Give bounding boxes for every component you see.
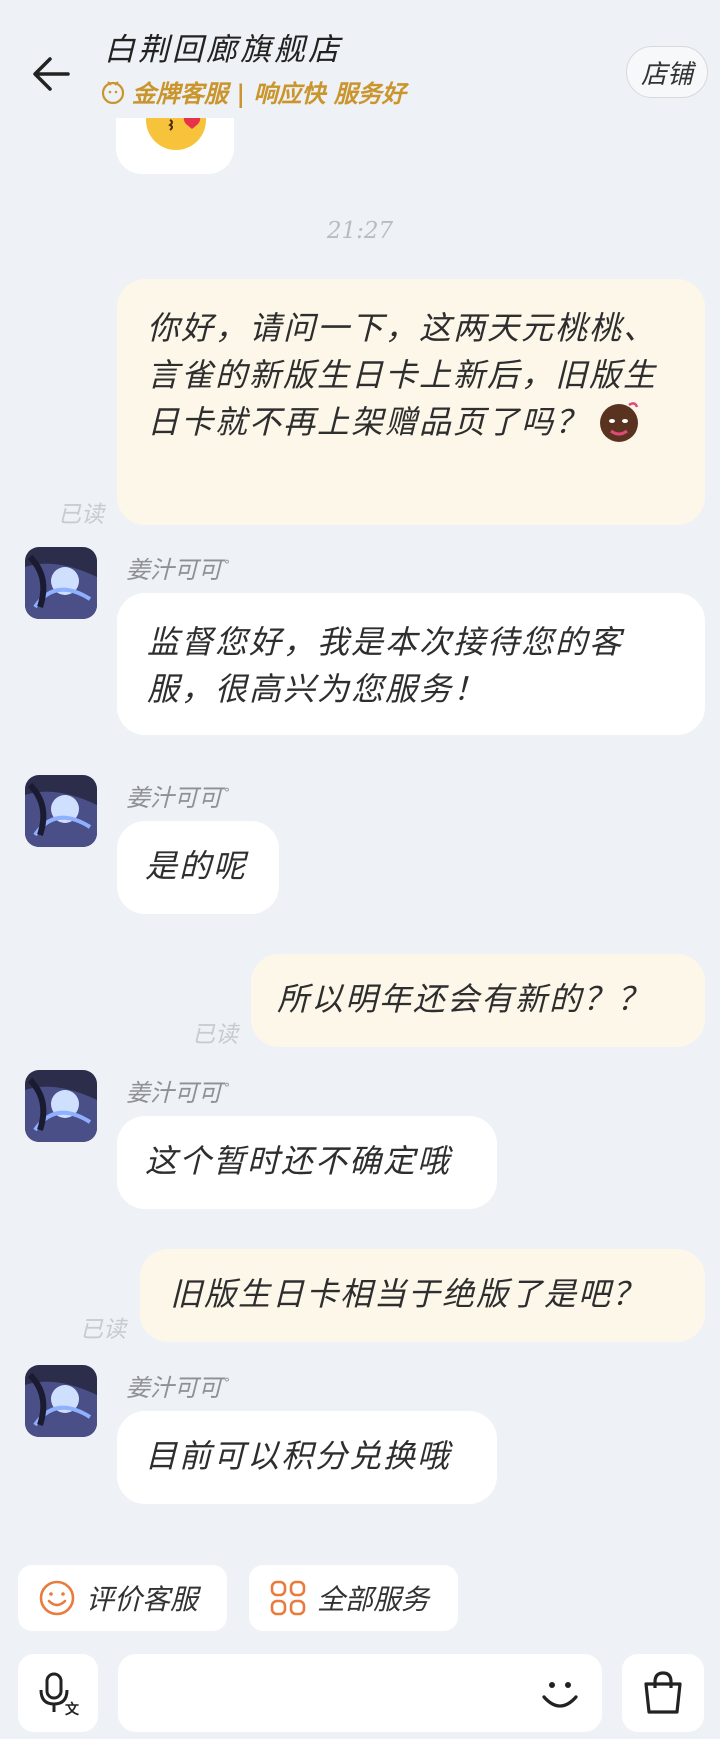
- agent-avatar[interactable]: [25, 1365, 97, 1437]
- message-input[interactable]: [118, 1654, 602, 1732]
- agent-name: 姜汁可可 °: [126, 784, 230, 812]
- message-text: 你好，请问一下，这两天元桃桃、言雀的新版生日卡上新后，旧版生日卡就不再上架赠品页…: [147, 309, 658, 441]
- all-services-button[interactable]: 全部服务: [249, 1565, 458, 1631]
- store-button[interactable]: 店铺: [626, 46, 708, 98]
- outgoing-message[interactable]: 旧版生日卡相当于绝版了是吧？: [140, 1249, 705, 1342]
- microphone-icon: 文: [39, 1672, 80, 1716]
- agent-name: 姜汁可可 °: [126, 556, 230, 584]
- message-text: 这个暂时还不确定哦: [145, 1142, 452, 1180]
- agent-name: 姜汁可可 °: [126, 1374, 230, 1402]
- outgoing-message[interactable]: 所以明年还会有新的？？: [251, 954, 705, 1047]
- timestamp: 21:27: [326, 218, 394, 244]
- back-arrow-icon[interactable]: [28, 50, 76, 98]
- chat-header: 白荆回廊旗舰店 金牌客服 | 响应快 服务好 店铺: [0, 0, 720, 118]
- agent-avatar[interactable]: [25, 1070, 97, 1142]
- rate-service-label: 评价客服: [86, 1583, 199, 1616]
- shop-name[interactable]: 白荆回廊旗舰店: [104, 24, 342, 69]
- medal-icon: [101, 80, 125, 104]
- incoming-message[interactable]: 目前可以积分兑换哦: [117, 1411, 497, 1504]
- rate-service-button[interactable]: 评价客服: [18, 1565, 227, 1631]
- service-badge-text: 金牌客服 | 响应快 服务好: [132, 79, 406, 108]
- incoming-message[interactable]: 监督您好，我是本次接待您的客服，很高兴为您服务！: [117, 593, 705, 735]
- smile-icon: [39, 1580, 75, 1616]
- agent-avatar[interactable]: [25, 547, 97, 619]
- shop-bag-button[interactable]: [622, 1654, 704, 1732]
- message-text: 旧版生日卡相当于绝版了是吧？: [170, 1275, 647, 1313]
- message-text: 所以明年还会有新的？？: [277, 980, 652, 1018]
- service-badge: 金牌客服 | 响应快 服务好: [100, 74, 406, 109]
- read-receipt: 已读: [80, 1317, 126, 1343]
- grid-icon: [270, 1580, 306, 1616]
- incoming-message[interactable]: 这个暂时还不确定哦: [117, 1116, 497, 1209]
- svg-text:文: 文: [65, 1701, 80, 1716]
- voice-button[interactable]: 文: [18, 1654, 98, 1732]
- emoji-smile-icon[interactable]: [536, 1669, 584, 1717]
- incoming-message[interactable]: 是的呢: [117, 821, 279, 914]
- read-receipt: 已读: [58, 502, 104, 528]
- outgoing-message[interactable]: 你好，请问一下，这两天元桃桃、言雀的新版生日卡上新后，旧版生日卡就不再上架赠品页…: [117, 279, 705, 525]
- agent-avatar[interactable]: [25, 775, 97, 847]
- all-services-label: 全部服务: [317, 1583, 430, 1616]
- read-receipt: 已读: [192, 1022, 238, 1048]
- message-text: 监督您好，我是本次接待您的客服，很高兴为您服务！: [147, 623, 624, 708]
- agent-name: 姜汁可可 °: [126, 1079, 230, 1107]
- message-text: 目前可以积分兑换哦: [145, 1437, 452, 1475]
- shopping-bag-icon: [644, 1671, 682, 1714]
- emoji-sticker: [600, 402, 639, 442]
- message-text: 是的呢: [145, 847, 248, 885]
